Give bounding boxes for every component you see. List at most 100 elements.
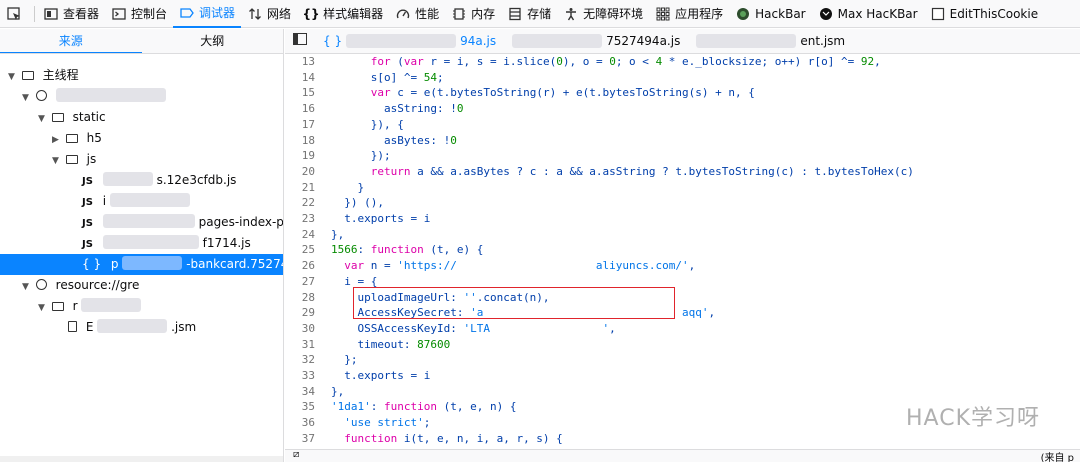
- code-line[interactable]: 21 }: [285, 180, 364, 196]
- tab-editthiscookie[interactable]: EditThisCookie: [924, 0, 1045, 28]
- line-number[interactable]: 27: [285, 274, 315, 290]
- line-number[interactable]: 25: [285, 242, 315, 258]
- tab-label: 样式编辑器: [323, 7, 384, 21]
- code-line[interactable]: 18 asBytes: !0: [285, 133, 457, 149]
- expand-arrow-icon[interactable]: ▼: [52, 151, 62, 172]
- code-line[interactable]: 26 var n = 'https:// aliyuncs.com/',: [285, 258, 696, 274]
- code-line[interactable]: 19 });: [285, 148, 391, 164]
- max-hackbar-icon: [818, 6, 834, 22]
- line-number[interactable]: 18: [285, 133, 315, 149]
- line-number[interactable]: 33: [285, 368, 315, 384]
- code-line[interactable]: 30 OSSAccessKeyId: 'LTA ',: [285, 321, 616, 337]
- expand-arrow-icon[interactable]: ▼: [22, 88, 32, 109]
- tab-label: 内存: [471, 7, 496, 21]
- tab-label: 控制台: [131, 7, 168, 21]
- line-number[interactable]: 28: [285, 290, 315, 306]
- tab-outline[interactable]: 大纲: [142, 29, 284, 53]
- toggle-sidebar-button[interactable]: [285, 29, 315, 53]
- tab-storage[interactable]: 存储: [501, 0, 557, 28]
- code-line[interactable]: 20 return a && a.asBytes ? c : a && a.as…: [285, 164, 914, 180]
- tree-file-jsm[interactable]: E .jsm: [0, 317, 283, 338]
- code-line[interactable]: 22 }) (),: [285, 195, 384, 211]
- tab-network[interactable]: 网络: [241, 0, 297, 28]
- line-number[interactable]: 17: [285, 117, 315, 133]
- line-number[interactable]: 15: [285, 85, 315, 101]
- tree-resource[interactable]: ▼ resource://gre: [0, 275, 283, 298]
- editor-tab-active[interactable]: { } 94a.js: [315, 29, 504, 53]
- pretty-print-toggle-icon[interactable]: ⧄: [293, 449, 299, 460]
- editor-tab-3[interactable]: ent.jsm: [688, 29, 853, 53]
- code-line[interactable]: 24},: [285, 227, 345, 243]
- code-line[interactable]: 15 var c = e(t.bytesToString(r) + e(t.by…: [285, 85, 755, 101]
- editor-tab-2[interactable]: 7527494a.js: [504, 29, 688, 53]
- code-line[interactable]: 17 }), {: [285, 117, 404, 133]
- tab-debugger[interactable]: 调试器: [173, 0, 242, 28]
- line-number[interactable]: 35: [285, 399, 315, 415]
- tab-inspector[interactable]: 查看器: [37, 0, 105, 28]
- expand-arrow-icon[interactable]: ▼: [8, 67, 18, 88]
- tab-memory[interactable]: 内存: [445, 0, 501, 28]
- expand-arrow-icon[interactable]: ▼: [38, 109, 48, 130]
- line-number[interactable]: 36: [285, 415, 315, 431]
- tree-label: pages-index-pair: [198, 215, 284, 229]
- horizontal-scrollbar[interactable]: [0, 456, 283, 462]
- line-number[interactable]: 37: [285, 431, 315, 447]
- tree-folder-h5[interactable]: ▶ h5: [0, 128, 283, 151]
- line-number[interactable]: 32: [285, 352, 315, 368]
- tab-sources[interactable]: 来源: [0, 29, 142, 53]
- expand-arrow-icon[interactable]: ▼: [22, 277, 32, 298]
- code-line[interactable]: 36 'use strict';: [285, 415, 431, 431]
- status-source-text: (来自 p: [1040, 453, 1074, 462]
- code-line[interactable]: 16 asString: !0: [285, 101, 464, 117]
- line-number[interactable]: 19: [285, 148, 315, 164]
- code-line[interactable]: 33 t.exports = i: [285, 368, 431, 384]
- code-line[interactable]: 25 1566: function (t, e) {: [285, 242, 484, 258]
- line-number[interactable]: 29: [285, 305, 315, 321]
- line-number[interactable]: 31: [285, 337, 315, 353]
- tab-max-hackbar[interactable]: Max HacKBar: [812, 0, 924, 28]
- line-number[interactable]: 13: [285, 54, 315, 70]
- code-line[interactable]: 13 for (var r = i, s = i.slice(0), o = 0…: [285, 54, 881, 70]
- tab-hackbar[interactable]: HackBar: [729, 0, 811, 28]
- collapse-arrow-icon[interactable]: ▶: [52, 130, 62, 151]
- tab-style-editor[interactable]: {} 样式编辑器: [297, 0, 389, 28]
- line-number[interactable]: 26: [285, 258, 315, 274]
- code-line[interactable]: 34},: [285, 384, 345, 400]
- line-number[interactable]: 24: [285, 227, 315, 243]
- tab-application[interactable]: 应用程序: [649, 0, 729, 28]
- line-number[interactable]: 34: [285, 384, 315, 400]
- tree-folder-r[interactable]: ▼ r: [0, 296, 283, 319]
- code-text: i = {: [331, 274, 378, 288]
- tab-console[interactable]: 控制台: [105, 0, 173, 28]
- code-line[interactable]: 14 s[o] ^= 54;: [285, 70, 444, 86]
- tree-file-2[interactable]: JS i: [0, 191, 283, 212]
- line-number[interactable]: 30: [285, 321, 315, 337]
- line-number[interactable]: 16: [285, 101, 315, 117]
- code-line[interactable]: 31 timeout: 87600: [285, 337, 450, 353]
- tree-main-thread[interactable]: ▼ 主线程: [0, 65, 283, 88]
- redacted-name: [81, 298, 142, 312]
- tree-domain[interactable]: ▼: [0, 86, 283, 109]
- line-number[interactable]: 23: [285, 211, 315, 227]
- tree-folder-static[interactable]: ▼ static: [0, 107, 283, 130]
- tree-file-bankcard[interactable]: { } p -bankcard.7527494a: [0, 254, 283, 275]
- line-number[interactable]: 22: [285, 195, 315, 211]
- expand-arrow-icon[interactable]: ▼: [38, 298, 48, 319]
- redacted-name: [102, 214, 195, 228]
- code-line[interactable]: 35 '1da1': function (t, e, n) {: [285, 399, 517, 415]
- code-line[interactable]: 37 function i(t, e, n, i, a, r, s) {: [285, 431, 563, 447]
- line-number[interactable]: 20: [285, 164, 315, 180]
- code-line[interactable]: 32 };: [285, 352, 358, 368]
- tab-performance[interactable]: 性能: [389, 0, 445, 28]
- tree-label: s.12e3cfdb.js: [156, 173, 237, 187]
- tree-file-4[interactable]: JS f1714.js: [0, 233, 283, 254]
- accessibility-icon: [563, 6, 579, 22]
- code-line[interactable]: 23 t.exports = i: [285, 211, 431, 227]
- pick-element-button[interactable]: [0, 0, 32, 28]
- tree-file-1[interactable]: JS s.12e3cfdb.js: [0, 170, 283, 191]
- line-number[interactable]: 14: [285, 70, 315, 86]
- line-number[interactable]: 21: [285, 180, 315, 196]
- tree-file-3[interactable]: JS pages-index-pair: [0, 212, 284, 233]
- tree-folder-js[interactable]: ▼ js: [0, 149, 283, 172]
- tab-accessibility[interactable]: 无障碍环境: [557, 0, 649, 28]
